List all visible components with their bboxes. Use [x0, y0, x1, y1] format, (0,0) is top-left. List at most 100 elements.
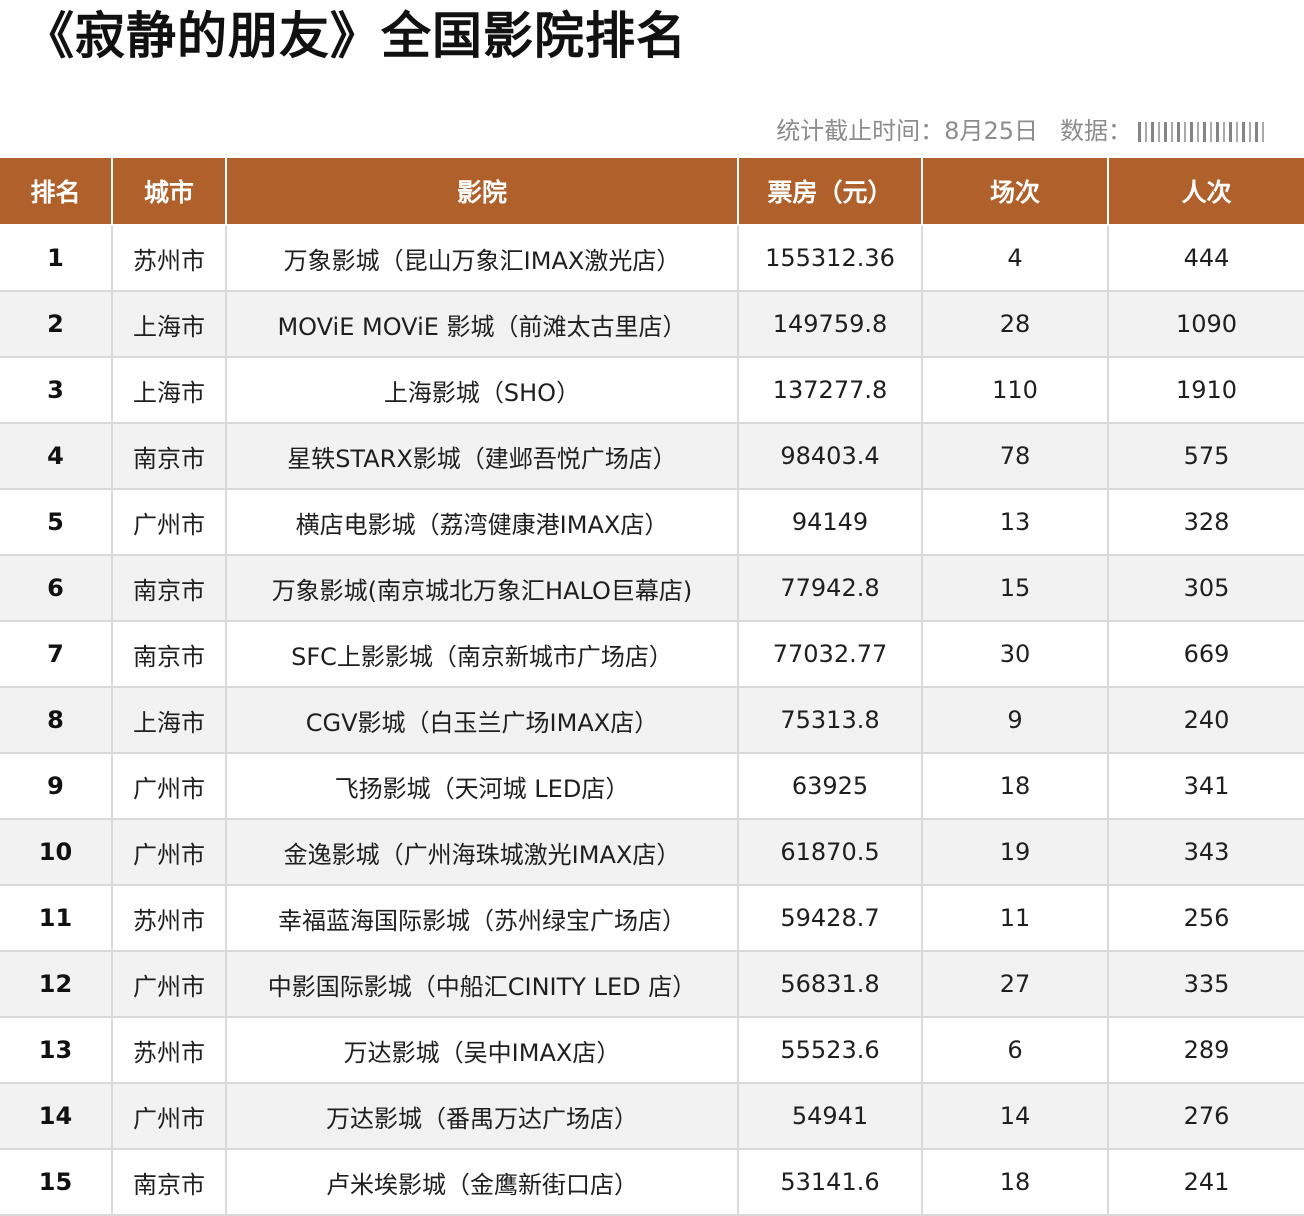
screenings-cell: 9 [922, 687, 1109, 754]
header-screenings: 场次 [922, 158, 1109, 226]
rank-cell: 11 [0, 885, 113, 952]
screenings-cell: 19 [922, 819, 1109, 886]
screenings-cell: 78 [922, 423, 1109, 490]
table-row: 1 苏州市 万象影城（昆山万象汇IMAX激光店） 155312.36 4 444 [0, 225, 1304, 292]
city-cell: 苏州市 [112, 1017, 227, 1084]
table-body: 1 苏州市 万象影城（昆山万象汇IMAX激光店） 155312.36 4 444 2 上海市 M… [0, 225, 1304, 1216]
screenings-cell: 14 [922, 1083, 1109, 1150]
box-office-cell: 53141.6 [738, 1149, 923, 1216]
cinema-cell: 金逸影城（广州海珠城激光IMAX店） [226, 819, 739, 886]
admissions-cell: 335 [1108, 951, 1304, 1018]
city-cell: 广州市 [112, 819, 227, 886]
screenings-cell: 28 [922, 291, 1109, 358]
city-cell: 上海市 [112, 357, 227, 424]
rank-cell: 3 [0, 357, 113, 424]
screenings-cell: 18 [922, 1149, 1109, 1216]
box-office-cell: 59428.7 [738, 885, 923, 952]
admissions-cell: 240 [1108, 687, 1304, 754]
screenings-cell: 110 [922, 357, 1109, 424]
header-box-office: 票房（元） [738, 158, 923, 226]
box-office-cell: 77942.8 [738, 555, 923, 622]
header-rank: 排名 [0, 158, 113, 226]
cinema-cell: 横店电影城（荔湾健康港IMAX店） [226, 489, 739, 556]
rank-cell: 7 [0, 621, 113, 688]
city-cell: 广州市 [112, 951, 227, 1018]
table-row: 13 苏州市 万达影城（吴中IMAX店） 55523.6 6 289 [0, 1017, 1304, 1084]
table-row: 15 南京市 卢米埃影城（金鹰新街口店） 53141.6 18 241 [0, 1149, 1304, 1216]
screenings-cell: 4 [922, 225, 1109, 292]
admissions-cell: 305 [1108, 555, 1304, 622]
box-office-cell: 149759.8 [738, 291, 923, 358]
city-cell: 南京市 [112, 423, 227, 490]
city-cell: 广州市 [112, 489, 227, 556]
cinema-cell: SFC上影影城（南京新城市广场店） [226, 621, 739, 688]
data-source-label: 数据： [1060, 117, 1132, 145]
header-city: 城市 [112, 158, 227, 226]
table-row: 7 南京市 SFC上影影城（南京新城市广场店） 77032.77 30 669 [0, 621, 1304, 688]
rank-cell: 4 [0, 423, 113, 490]
rank-cell: 13 [0, 1017, 113, 1084]
box-office-cell: 77032.77 [738, 621, 923, 688]
cinema-cell: CGV影城（白玉兰广场IMAX店） [226, 687, 739, 754]
admissions-cell: 328 [1108, 489, 1304, 556]
redacted-source-mark [1138, 122, 1266, 142]
table-row: 10 广州市 金逸影城（广州海珠城激光IMAX店） 61870.5 19 343 [0, 819, 1304, 886]
table-header-row: 排名 城市 影院 票房（元） 场次 人次 [0, 158, 1304, 226]
cinema-cell: 万达影城（番禺万达广场店） [226, 1083, 739, 1150]
city-cell: 南京市 [112, 555, 227, 622]
admissions-cell: 575 [1108, 423, 1304, 490]
table-row: 3 上海市 上海影城（SHO） 137277.8 110 1910 [0, 357, 1304, 424]
admissions-cell: 444 [1108, 225, 1304, 292]
rank-cell: 8 [0, 687, 113, 754]
admissions-cell: 341 [1108, 753, 1304, 820]
box-office-cell: 55523.6 [738, 1017, 923, 1084]
box-office-cell: 98403.4 [738, 423, 923, 490]
cutoff-date-text: 统计截止时间：8月25日 [776, 117, 1038, 145]
rank-cell: 1 [0, 225, 113, 292]
screenings-cell: 6 [922, 1017, 1109, 1084]
screenings-cell: 13 [922, 489, 1109, 556]
box-office-cell: 56831.8 [738, 951, 923, 1018]
admissions-cell: 343 [1108, 819, 1304, 886]
table-row: 12 广州市 中影国际影城（中船汇CINITY LED 店） 56831.8 27 335 [0, 951, 1304, 1018]
table-row: 11 苏州市 幸福蓝海国际影城（苏州绿宝广场店） 59428.7 11 256 [0, 885, 1304, 952]
rank-cell: 9 [0, 753, 113, 820]
admissions-cell: 256 [1108, 885, 1304, 952]
cinema-cell: 飞扬影城（天河城 LED店） [226, 753, 739, 820]
table-row: 14 广州市 万达影城（番禺万达广场店） 54941 14 276 [0, 1083, 1304, 1150]
rank-cell: 2 [0, 291, 113, 358]
city-cell: 广州市 [112, 753, 227, 820]
box-office-cell: 75313.8 [738, 687, 923, 754]
screenings-cell: 15 [922, 555, 1109, 622]
cinema-cell: 上海影城（SHO） [226, 357, 739, 424]
city-cell: 上海市 [112, 687, 227, 754]
table-row: 5 广州市 横店电影城（荔湾健康港IMAX店） 94149 13 328 [0, 489, 1304, 556]
cinema-cell: 卢米埃影城（金鹰新街口店） [226, 1149, 739, 1216]
city-cell: 苏州市 [112, 225, 227, 292]
admissions-cell: 289 [1108, 1017, 1304, 1084]
header-cinema: 影院 [226, 158, 739, 226]
table-row: 2 上海市 MOViE MOViE 影城（前滩太古里店） 149759.8 28 1090 [0, 291, 1304, 358]
rank-cell: 14 [0, 1083, 113, 1150]
cinema-cell: 万象影城（昆山万象汇IMAX激光店） [226, 225, 739, 292]
box-office-cell: 137277.8 [738, 357, 923, 424]
admissions-cell: 1090 [1108, 291, 1304, 358]
rank-cell: 5 [0, 489, 113, 556]
cinema-cell: MOViE MOViE 影城（前滩太古里店） [226, 291, 739, 358]
city-cell: 广州市 [112, 1083, 227, 1150]
stats-meta: 统计截止时间：8月25日 数据： [776, 114, 1266, 148]
city-cell: 南京市 [112, 621, 227, 688]
rank-cell: 6 [0, 555, 113, 622]
rank-cell: 12 [0, 951, 113, 1018]
admissions-cell: 241 [1108, 1149, 1304, 1216]
header-admissions: 人次 [1108, 158, 1304, 226]
rank-cell: 10 [0, 819, 113, 886]
table-row: 8 上海市 CGV影城（白玉兰广场IMAX店） 75313.8 9 240 [0, 687, 1304, 754]
page-title: 《寂静的朋友》全国影院排名 [24, 7, 687, 65]
box-office-cell: 54941 [738, 1083, 923, 1150]
screenings-cell: 11 [922, 885, 1109, 952]
cinema-cell: 星轶STARX影城（建邺吾悦广场店） [226, 423, 739, 490]
city-cell: 上海市 [112, 291, 227, 358]
admissions-cell: 276 [1108, 1083, 1304, 1150]
cinema-cell: 万达影城（吴中IMAX店） [226, 1017, 739, 1084]
